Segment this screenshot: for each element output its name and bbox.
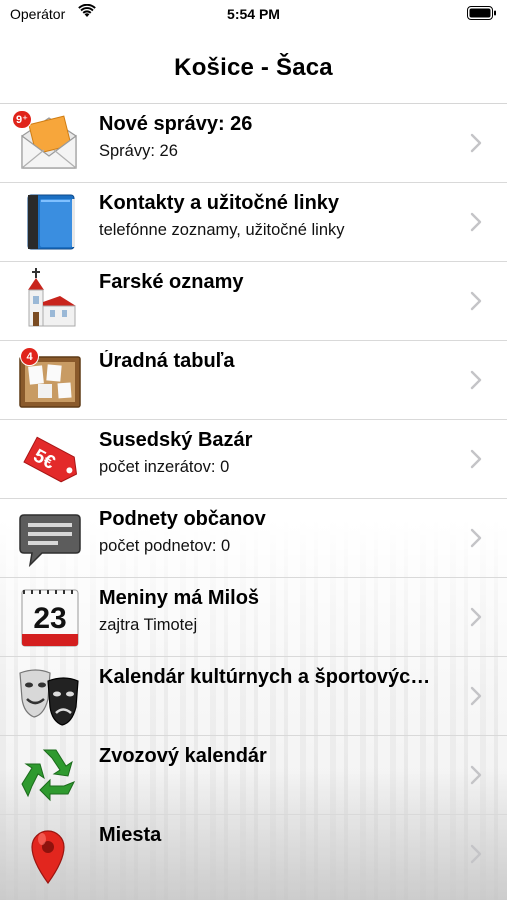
chevron-right-icon — [470, 528, 482, 548]
chevron-right-icon — [470, 291, 482, 311]
row-subtitle: počet podnetov: 0 — [99, 537, 231, 555]
row-title: Úradná tabuľa — [99, 350, 235, 372]
theatre-masks-icon — [14, 663, 84, 729]
chevron-right-icon — [470, 370, 482, 390]
calendar-day: 23 — [33, 602, 66, 635]
chevron-right-icon — [470, 133, 482, 153]
list-item-parish-notices[interactable]: Farské oznamy — [0, 262, 507, 341]
status-time: 5:54 PM — [227, 6, 280, 22]
menu-list: 9⁺ Nové správy: 26 Správy: 26 Kontakty a… — [0, 103, 507, 894]
chevron-right-icon — [470, 686, 482, 706]
row-title: Miesta — [99, 824, 162, 846]
row-subtitle: telefónne zoznamy, užitočné linky — [99, 221, 345, 239]
list-item-waste-calendar[interactable]: Zvozový kalendár — [0, 736, 507, 815]
page-title: Košice - Šaca — [174, 54, 333, 81]
contacts-book-icon — [14, 189, 84, 255]
row-subtitle: Správy: 26 — [99, 142, 178, 160]
row-title: Podnety občanov — [99, 508, 266, 530]
church-icon — [14, 268, 84, 334]
row-subtitle: zajtra Timotej — [99, 616, 198, 634]
row-title: Kontakty a užitočné linky — [99, 192, 340, 214]
mail-icon: 9⁺ — [12, 110, 84, 176]
list-item-contacts[interactable]: Kontakty a užitočné linky telefónne zozn… — [0, 183, 507, 262]
list-item-messages[interactable]: 9⁺ Nové správy: 26 Správy: 26 — [0, 104, 507, 183]
row-title: Kalendár kultúrnych a športovýc… — [99, 666, 431, 688]
battery-icon — [467, 6, 497, 20]
list-item-name-days[interactable]: 23 Meniny má Miloš zajtra Timotej — [0, 578, 507, 657]
notice-board-icon: 4 — [14, 347, 84, 413]
chevron-right-icon — [470, 449, 482, 469]
row-subtitle: počet inzerátov: 0 — [99, 458, 230, 476]
row-title: Zvozový kalendár — [99, 745, 267, 767]
chevron-right-icon — [470, 607, 482, 627]
list-item-places[interactable]: Miesta — [0, 815, 507, 894]
chevron-right-icon — [470, 765, 482, 785]
list-item-bazaar[interactable]: 5€ Susedský Bazár počet inzerátov: 0 — [0, 420, 507, 499]
recycle-icon — [14, 742, 84, 808]
chevron-right-icon — [470, 844, 482, 864]
row-title: Nové správy: 26 — [99, 113, 253, 135]
chevron-right-icon — [470, 212, 482, 232]
status-bar: Operátor 5:54 PM — [0, 0, 507, 28]
list-item-citizen-suggestions[interactable]: Podnety občanov počet podnetov: 0 — [0, 499, 507, 578]
row-title: Susedský Bazár — [99, 429, 253, 451]
list-item-official-board[interactable]: 4 Úradná tabuľa — [0, 341, 507, 420]
row-title: Farské oznamy — [99, 271, 244, 293]
speech-bubble-icon — [14, 505, 84, 571]
calendar-icon: 23 — [14, 584, 84, 650]
map-pin-icon — [14, 821, 84, 887]
notification-badge: 4 — [20, 347, 39, 366]
price-tag-icon: 5€ — [14, 426, 84, 492]
unread-badge: 9⁺ — [12, 110, 32, 129]
list-item-culture-calendar[interactable]: Kalendár kultúrnych a športovýc… — [0, 657, 507, 736]
row-title: Meniny má Miloš — [99, 587, 260, 609]
